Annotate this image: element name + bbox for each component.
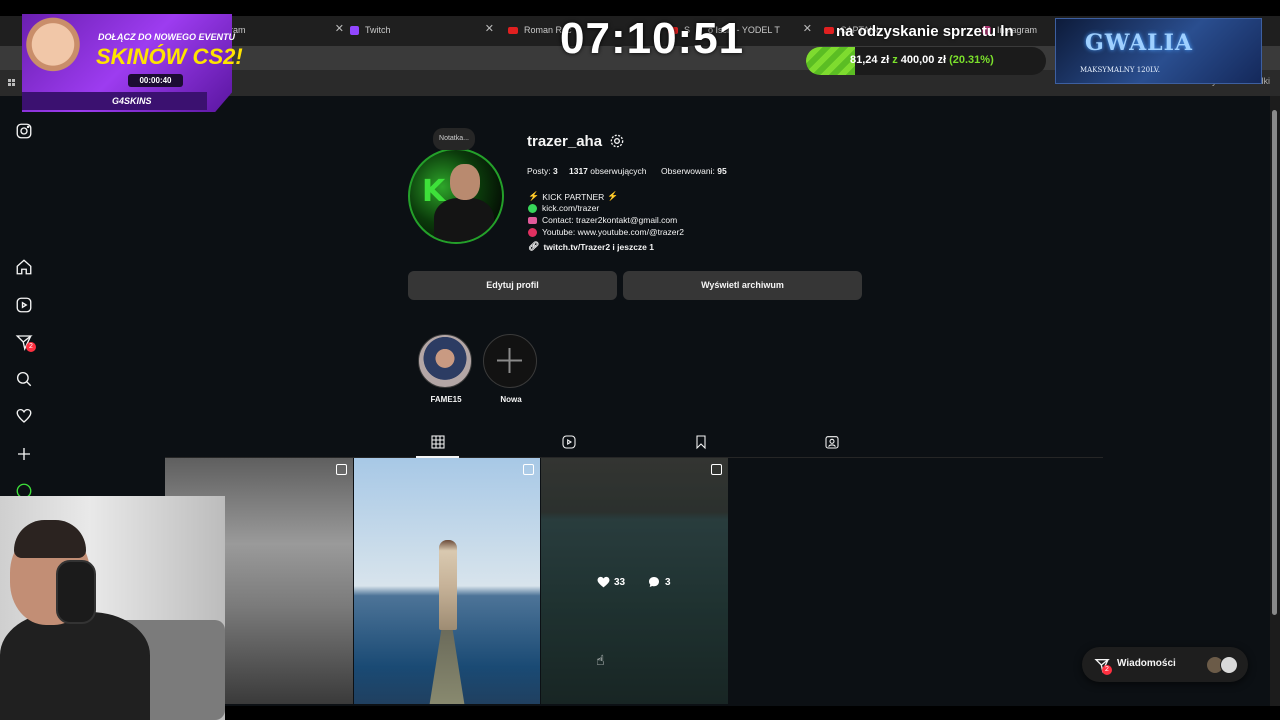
bio-text: kick.com/trazer	[542, 203, 600, 213]
red-circle-icon	[528, 227, 537, 237]
carousel-icon	[711, 464, 722, 475]
tab-title: Twitch	[365, 25, 391, 35]
followers-count: 1317	[569, 166, 588, 176]
headset-icon	[56, 560, 96, 624]
kick-logo-icon: K	[422, 174, 446, 209]
youtube-icon	[508, 26, 518, 34]
profile-username: trazer_aha	[527, 133, 603, 150]
donation-goal-text: 81,24 zł z 400,00 zł (20.31%)	[850, 54, 994, 66]
posts-grid-tab[interactable]	[430, 434, 446, 450]
post-likes: 33	[597, 576, 625, 588]
goal-amount: 81,24 zł	[850, 54, 890, 66]
close-icon[interactable]: ✕	[335, 22, 344, 35]
posts-label: Posty:	[527, 166, 551, 176]
server-banner-title: GWALIA	[1085, 30, 1193, 56]
bio-line-contact: Contact: trazer2kontakt@gmail.com	[528, 215, 677, 225]
scrollbar-thumb[interactable]	[1272, 110, 1277, 615]
comment-filled-icon	[649, 577, 659, 587]
bio-line-kick: kick.com/trazer	[528, 203, 599, 213]
promo-brand: G4SKINS	[112, 96, 152, 106]
edit-profile-button[interactable]: Edytuj profil	[408, 271, 617, 300]
close-icon[interactable]: ✕	[803, 22, 812, 35]
home-icon[interactable]	[15, 258, 33, 276]
promo-face-image	[22, 14, 84, 90]
bio-text: Contact: trazer2kontakt@gmail.com	[542, 215, 678, 225]
reels-tab[interactable]	[561, 434, 577, 450]
followers-stat[interactable]: 1317 obserwujących	[569, 166, 647, 176]
heart-filled-icon	[597, 576, 610, 588]
tab-twitch[interactable]: Twitch ✕	[350, 16, 494, 44]
carousel-icon	[523, 464, 534, 475]
search-icon[interactable]	[15, 370, 33, 388]
bio-line-kick-partner: ⚡ KICK PARTNER ⚡	[528, 191, 618, 202]
post-thumbnail-3[interactable]	[541, 458, 728, 704]
bio-text: Youtube: www.youtube.com/@trazer2	[542, 227, 685, 237]
settings-gear-icon[interactable]	[609, 133, 625, 149]
likes-count: 33	[614, 576, 626, 588]
promo-line1: DOŁĄCZ DO NOWEGO EVENTU	[98, 32, 235, 42]
lightning-icon: ⚡	[528, 191, 540, 201]
view-archive-button[interactable]: Wyświetl archiwum	[623, 271, 862, 300]
twitch-icon	[350, 25, 359, 35]
highlight-new[interactable]	[483, 334, 537, 388]
posts-count: 3	[553, 166, 558, 176]
heart-icon[interactable]	[15, 407, 33, 425]
plus-icon	[497, 348, 522, 373]
lightning-icon: ⚡	[607, 191, 619, 201]
messages-badge: 2	[26, 342, 36, 352]
avatar	[1220, 656, 1238, 674]
following-stat[interactable]: Obserwowani: 95	[661, 166, 727, 176]
close-icon[interactable]: ✕	[485, 22, 494, 35]
grid-icon	[431, 435, 445, 449]
bio-text: KICK PARTNER	[542, 191, 605, 202]
youtube-icon	[824, 26, 834, 34]
promo-line2: SKINÓW CS2!	[96, 44, 243, 69]
envelope-icon	[528, 216, 537, 224]
following-count: 95	[717, 166, 727, 176]
posts-stat: Posty: 3	[527, 166, 558, 176]
followers-label: obserwujących	[590, 166, 647, 176]
carousel-icon	[336, 464, 347, 475]
green-circle-icon	[528, 203, 537, 213]
tagged-tab[interactable]	[824, 434, 840, 450]
create-icon[interactable]	[15, 445, 33, 463]
messages-pill-badge: 2	[1102, 665, 1112, 675]
promo-timer: 00:00:40	[128, 74, 183, 87]
tagged-user-icon	[825, 436, 839, 449]
messages-label: Wiadomości	[1117, 658, 1176, 669]
note-bubble[interactable]: Notatka...	[433, 128, 475, 150]
donation-goal-fill	[806, 47, 855, 75]
comments-count: 3	[665, 576, 671, 588]
apps-grid-icon[interactable]	[8, 76, 18, 86]
bookmark-icon	[696, 435, 706, 450]
highlight-fame15[interactable]	[418, 334, 472, 388]
reels-icon	[562, 435, 576, 449]
server-banner-subtitle: MAKSYMALNY 120LV.	[1080, 66, 1160, 74]
highlight-label: FAME15	[430, 395, 462, 404]
saved-tab[interactable]	[693, 434, 709, 450]
donation-goal-title: na odzyskanie sprzetu ln	[836, 23, 1014, 40]
following-label: Obserwowani:	[661, 166, 715, 176]
hand-cursor-icon: ☝︎	[596, 652, 605, 668]
instagram-logo-icon[interactable]	[15, 122, 33, 140]
goal-of: z	[892, 54, 898, 66]
goal-percent: (20.31%)	[949, 54, 994, 66]
stream-clock: 07:10:51	[560, 14, 745, 63]
reels-icon[interactable]	[15, 296, 33, 314]
bio-link[interactable]: 🔗︎ twitch.tv/Trazer2 i jeszcze 1	[528, 241, 654, 252]
profile-avatar[interactable]: K	[408, 148, 504, 244]
post-comments: 3	[648, 576, 671, 588]
bio-line-youtube: Youtube: www.youtube.com/@trazer2	[528, 227, 684, 237]
highlight-label: Nowa	[500, 395, 522, 404]
link-icon: 🔗︎	[528, 241, 540, 251]
post-thumbnail-2[interactable]	[354, 458, 540, 704]
webcam-body	[0, 612, 150, 720]
goal-target: 400,00 zł	[900, 54, 947, 66]
bio-link-text: twitch.tv/Trazer2 i jeszcze 1	[543, 241, 654, 252]
